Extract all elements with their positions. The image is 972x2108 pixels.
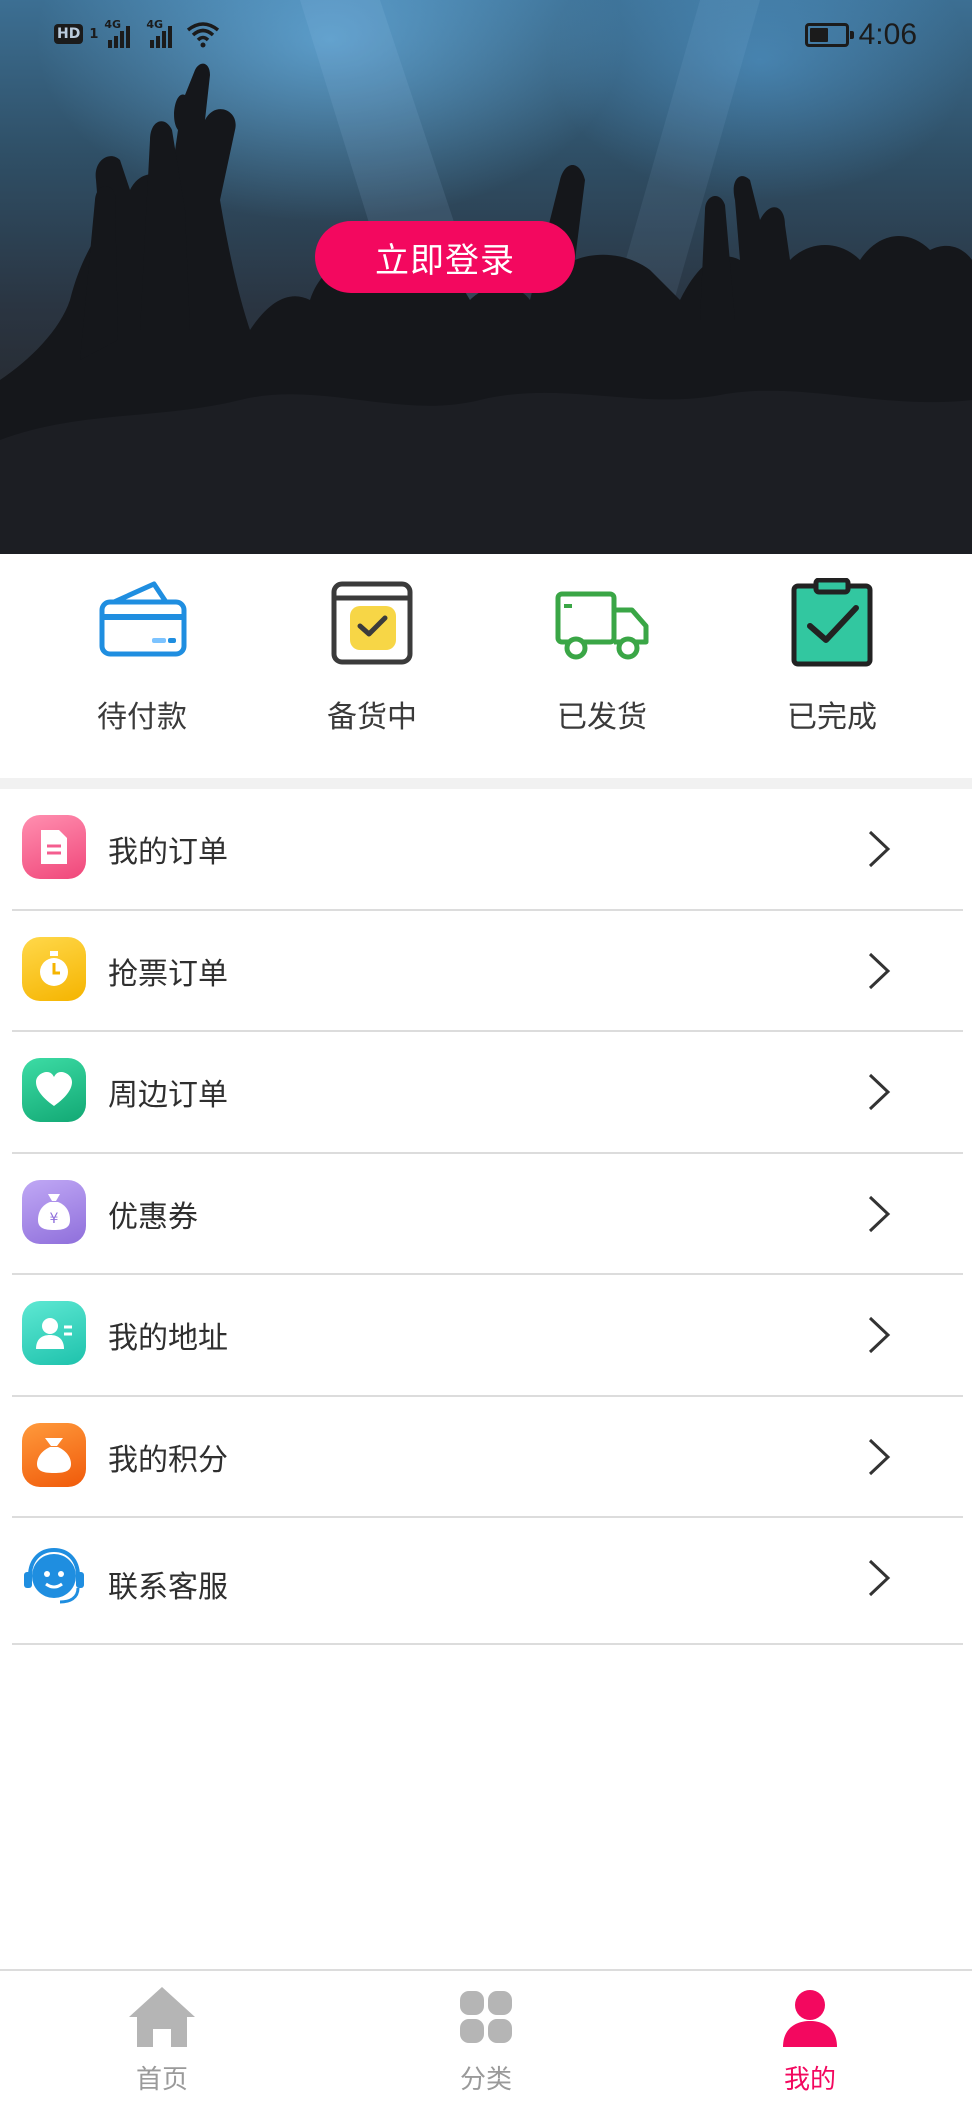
wifi-icon <box>187 22 220 48</box>
menu-label: 周边订单 <box>108 1078 228 1113</box>
menu-merch-orders[interactable]: 周边订单 <box>0 1032 972 1154</box>
section-divider <box>0 778 972 789</box>
menu-my-points[interactable]: 我的积分 <box>0 1397 972 1518</box>
menu-my-orders[interactable]: 我的订单 <box>0 789 972 911</box>
chevron-right-icon <box>868 952 891 989</box>
chevron-right-icon <box>868 1559 891 1597</box>
heart-icon <box>22 1058 86 1122</box>
menu-label: 我的积分 <box>108 1442 228 1478</box>
contact-icon <box>22 1301 86 1365</box>
tab-category[interactable]: 分类 <box>406 1971 566 2108</box>
profile-header-banner: HD 1 4G 4G 4:06 立即登录 <box>0 0 972 554</box>
status-bar: HD 1 4G 4G 4:06 <box>0 0 972 72</box>
status-completed[interactable]: 已完成 <box>732 577 932 758</box>
network-type: 4G <box>104 18 122 31</box>
pouch-icon <box>22 1422 86 1487</box>
menu-coupons[interactable]: ¥ 优惠券 <box>0 1154 972 1275</box>
chevron-right-icon <box>868 1316 891 1354</box>
status-label: 已完成 <box>787 700 877 735</box>
login-button[interactable]: 立即登录 <box>315 221 575 293</box>
clipboard-check-icon <box>791 577 873 667</box>
network-type: 4G <box>146 18 164 31</box>
account-menu-list: 我的订单 抢票订单 周边订单 ¥ 优惠券 我的地址 我的积分 联系客服 <box>0 789 972 1645</box>
money-bag-icon: ¥ <box>22 1179 86 1244</box>
menu-label: 优惠券 <box>108 1199 198 1235</box>
menu-label: 我的订单 <box>108 835 228 870</box>
order-status-row: 待付款 备货中 已发货 已完成 <box>0 554 972 778</box>
stopwatch-icon <box>22 936 86 1001</box>
status-preparing[interactable]: 备货中 <box>272 578 472 758</box>
menu-my-address[interactable]: 我的地址 <box>0 1275 972 1397</box>
status-pending-payment[interactable]: 待付款 <box>42 578 242 758</box>
menu-label: 我的地址 <box>108 1321 228 1356</box>
signal-icon: 4G <box>104 18 131 48</box>
menu-label: 抢票订单 <box>108 956 228 992</box>
tab-label: 我的 <box>783 2065 836 2095</box>
tab-mine[interactable]: 我的 <box>730 1971 890 2108</box>
tab-label: 首页 <box>135 2065 188 2095</box>
grid-icon <box>460 1991 512 2043</box>
menu-label: 联系客服 <box>108 1570 228 1605</box>
tab-home[interactable]: 首页 <box>82 1971 242 2108</box>
menu-ticket-orders[interactable]: 抢票订单 <box>0 911 972 1032</box>
chevron-right-icon <box>868 1438 891 1475</box>
truck-icon <box>555 591 649 660</box>
document-icon <box>22 815 86 879</box>
sim-indicator: 1 <box>89 26 99 42</box>
tab-label: 分类 <box>459 2065 512 2095</box>
person-icon <box>783 1990 837 2047</box>
headset-icon <box>22 1544 86 1608</box>
menu-customer-service[interactable]: 联系客服 <box>0 1518 972 1645</box>
battery-icon <box>804 23 854 47</box>
chevron-right-icon <box>868 830 891 868</box>
hd-badge: HD <box>54 24 84 44</box>
status-label: 备货中 <box>327 700 417 735</box>
home-icon <box>129 1987 195 2047</box>
svg-text:¥: ¥ <box>50 1211 59 1227</box>
clock: 4:06 <box>858 18 917 51</box>
card-icon <box>99 581 187 657</box>
calendar-check-icon <box>331 581 413 665</box>
chevron-right-icon <box>868 1195 891 1232</box>
bottom-tab-bar: 首页 分类 我的 <box>0 1969 972 2106</box>
status-label: 已发货 <box>557 700 647 735</box>
chevron-right-icon <box>868 1073 891 1111</box>
status-shipped[interactable]: 已发货 <box>502 578 702 758</box>
signal-icon: 4G <box>146 18 173 48</box>
status-label: 待付款 <box>97 700 187 735</box>
